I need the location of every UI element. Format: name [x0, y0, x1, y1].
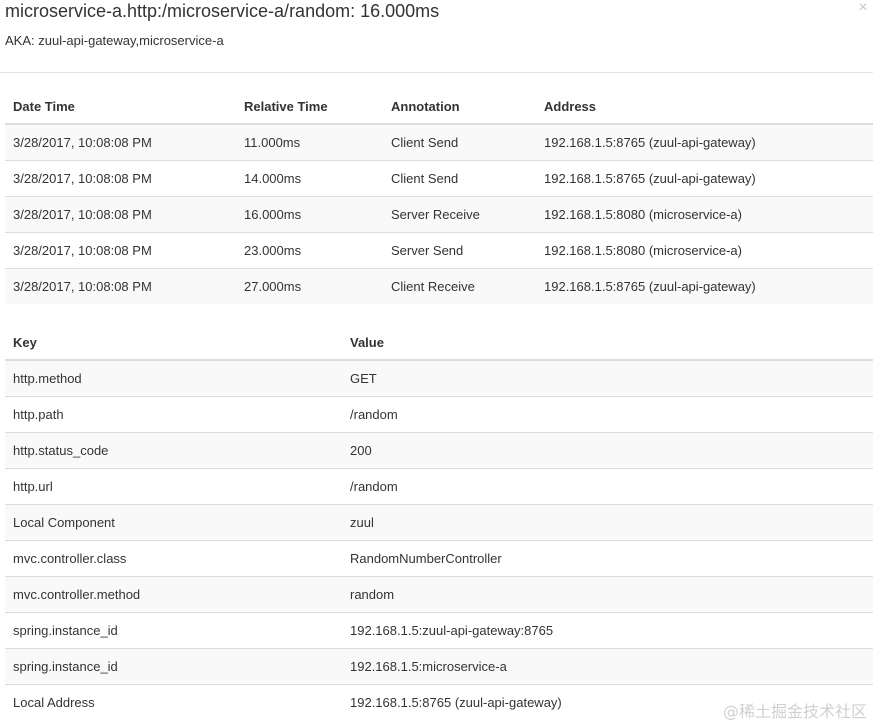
table-row: 3/28/2017, 10:08:08 PM 27.000ms Client Rec… [5, 267, 873, 304]
cell-key: spring.instance_id [5, 611, 342, 648]
cell-relative-time: 14.000ms [236, 159, 383, 196]
cell-value: 200 [342, 431, 873, 468]
watermark: @稀土掘金技术社区 [722, 702, 867, 721]
cell-key: http.method [5, 359, 342, 396]
cell-address: 192.168.1.5:8080 (microservice-a) [536, 195, 873, 232]
aka-services: AKA: zuul-api-gateway,microservice-a [5, 33, 224, 48]
cell-relative-time: 16.000ms [236, 195, 383, 232]
column-header-date-time: Date Time [5, 90, 236, 125]
table-row: 3/28/2017, 10:08:08 PM 14.000ms Client Sen… [5, 159, 873, 196]
cell-value: RandomNumberController [342, 539, 873, 576]
cell-relative-time: 27.000ms [236, 267, 383, 304]
cell-date-time: 3/28/2017, 10:08:08 PM [5, 267, 236, 304]
cell-key: http.path [5, 395, 342, 432]
cell-date-time: 3/28/2017, 10:08:08 PM [5, 123, 236, 160]
span-detail-modal: microservice-a.http:/microservice-a/rand… [0, 0, 873, 727]
cell-relative-time: 11.000ms [236, 123, 383, 160]
table-row: Local Component zuul [5, 503, 873, 540]
table-row: http.status_code 200 [5, 431, 873, 468]
cell-key: mvc.controller.method [5, 575, 342, 612]
table-row: 3/28/2017, 10:08:08 PM 23.000ms Server Sen… [5, 231, 873, 268]
table-row: http.method GET [5, 359, 873, 396]
cell-date-time: 3/28/2017, 10:08:08 PM [5, 159, 236, 196]
cell-key: http.url [5, 467, 342, 504]
cell-annotation: Server Send [383, 231, 536, 268]
cell-address: 192.168.1.5:8765 (zuul-api-gateway) [536, 123, 873, 160]
table-row: mvc.controller.class RandomNumberControll… [5, 539, 873, 576]
modal-header: microservice-a.http:/microservice-a/rand… [0, 0, 873, 73]
table-row: spring.instance_id 192.168.1.5:microservi… [5, 647, 873, 684]
column-header-key: Key [5, 326, 342, 361]
cell-key: spring.instance_id [5, 647, 342, 684]
cell-address: 192.168.1.5:8080 (microservice-a) [536, 231, 873, 268]
tags-header-row: Key Value [5, 326, 873, 361]
cell-value: zuul [342, 503, 873, 540]
tags-body: http.method GET http.path/random http.statu… [5, 359, 873, 720]
modal-title: microservice-a.http:/microservice-a/rand… [5, 1, 440, 21]
cell-annotation: Client Send [383, 123, 536, 160]
table-row: 3/28/2017, 10:08:08 PM 16.000ms Server Rec… [5, 195, 873, 232]
cell-address: 192.168.1.5:8765 (zuul-api-gateway) [536, 159, 873, 196]
tags-table: Key Value http.method GET http.path/random… [5, 326, 873, 720]
annotations-body: 3/28/2017, 10:08:08 PM 11.000ms Client Sen… [5, 123, 873, 304]
cell-value: GET [342, 359, 873, 396]
cell-annotation: Server Receive [383, 195, 536, 232]
cell-key: Local Address [5, 683, 342, 720]
annotations-table: Date Time Relative Time Annotation Addre… [5, 90, 873, 304]
close-icon[interactable]: × [855, 0, 871, 18]
column-header-address: Address [536, 90, 873, 125]
cell-annotation: Client Receive [383, 267, 536, 304]
table-row: http.url/random [5, 467, 873, 504]
cell-value: 192.168.1.5:zuul-api-gateway:8765 [342, 611, 873, 648]
column-header-value: Value [342, 326, 873, 361]
table-row: 3/28/2017, 10:08:08 PM 11.000ms Client Sen… [5, 123, 873, 160]
cell-value: /random [342, 395, 873, 432]
cell-key: http.status_code [5, 431, 342, 468]
cell-address: 192.168.1.5:8765 (zuul-api-gateway) [536, 267, 873, 304]
cell-relative-time: 23.000ms [236, 231, 383, 268]
table-row: mvc.controller.method random [5, 575, 873, 612]
cell-date-time: 3/28/2017, 10:08:08 PM [5, 231, 236, 268]
table-row: spring.instance_id 192.168.1.5:zuul-api-g… [5, 611, 873, 648]
cell-annotation: Client Send [383, 159, 536, 196]
annotations-header-row: Date Time Relative Time Annotation Addre… [5, 90, 873, 125]
cell-key: Local Component [5, 503, 342, 540]
column-header-relative-time: Relative Time [236, 90, 383, 125]
cell-date-time: 3/28/2017, 10:08:08 PM [5, 195, 236, 232]
table-row: http.path/random [5, 395, 873, 432]
column-header-annotation: Annotation [383, 90, 536, 125]
cell-key: mvc.controller.class [5, 539, 342, 576]
cell-value: 192.168.1.5:microservice-a [342, 647, 873, 684]
cell-value: random [342, 575, 873, 612]
cell-value: /random [342, 467, 873, 504]
